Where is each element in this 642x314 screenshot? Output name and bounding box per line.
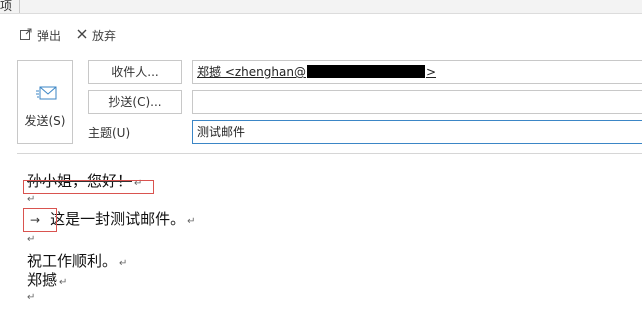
ribbon-tab-strip: 项 bbox=[0, 0, 642, 14]
paragraph-mark: ↵ bbox=[187, 216, 196, 227]
close-icon bbox=[76, 28, 88, 43]
to-value-prefix: 郑撼 <zhenghan@ bbox=[197, 65, 306, 79]
discard-button[interactable]: 放弃 bbox=[76, 26, 116, 44]
popout-button[interactable]: 弹出 bbox=[19, 26, 61, 44]
cc-field[interactable] bbox=[192, 90, 642, 114]
to-value-suffix: > bbox=[425, 65, 437, 79]
paragraph-mark: ↵ bbox=[59, 277, 68, 288]
tab-separator bbox=[19, 0, 20, 13]
discard-label: 放弃 bbox=[92, 28, 117, 43]
envelope-icon bbox=[36, 85, 58, 107]
subject-field[interactable]: 测试邮件 bbox=[192, 120, 642, 144]
paragraph1-text: 这是一封测试邮件。 bbox=[50, 210, 186, 228]
send-label: 发送(S) bbox=[24, 114, 66, 128]
highlight-box bbox=[23, 208, 57, 232]
ribbon-tab[interactable]: 项 bbox=[0, 0, 12, 14]
paragraph-mark: ↵ bbox=[27, 194, 36, 205]
signature-line: 郑撼 ↵ bbox=[27, 269, 67, 290]
message-body[interactable]: 孙小姐，您好！ ↵ ↵ → 这是一封测试邮件。 ↵ ↵ 祝工作顺利。 ↵ 郑撼 ↵ ↵ bbox=[0, 154, 642, 314]
redaction-bar bbox=[306, 65, 425, 78]
signature-text: 郑撼 bbox=[27, 271, 58, 289]
highlight-box bbox=[23, 180, 154, 194]
popout-icon bbox=[19, 27, 33, 44]
paragraph-mark: ↵ bbox=[27, 234, 36, 245]
paragraph-mark: ↵ bbox=[119, 258, 128, 269]
to-button[interactable]: 收件人... bbox=[88, 60, 182, 84]
paragraph-mark: ↵ bbox=[27, 292, 36, 303]
closing-text: 祝工作顺利。 bbox=[27, 252, 118, 270]
popout-label: 弹出 bbox=[37, 28, 62, 43]
subject-label: 主题(U) bbox=[88, 126, 131, 140]
cc-button[interactable]: 抄送(C)... bbox=[88, 90, 182, 114]
to-field[interactable]: 郑撼 <zhenghan@ > bbox=[192, 60, 642, 84]
send-button[interactable]: 发送(S) bbox=[17, 60, 73, 144]
closing-line: 祝工作顺利。 ↵ bbox=[27, 250, 127, 271]
